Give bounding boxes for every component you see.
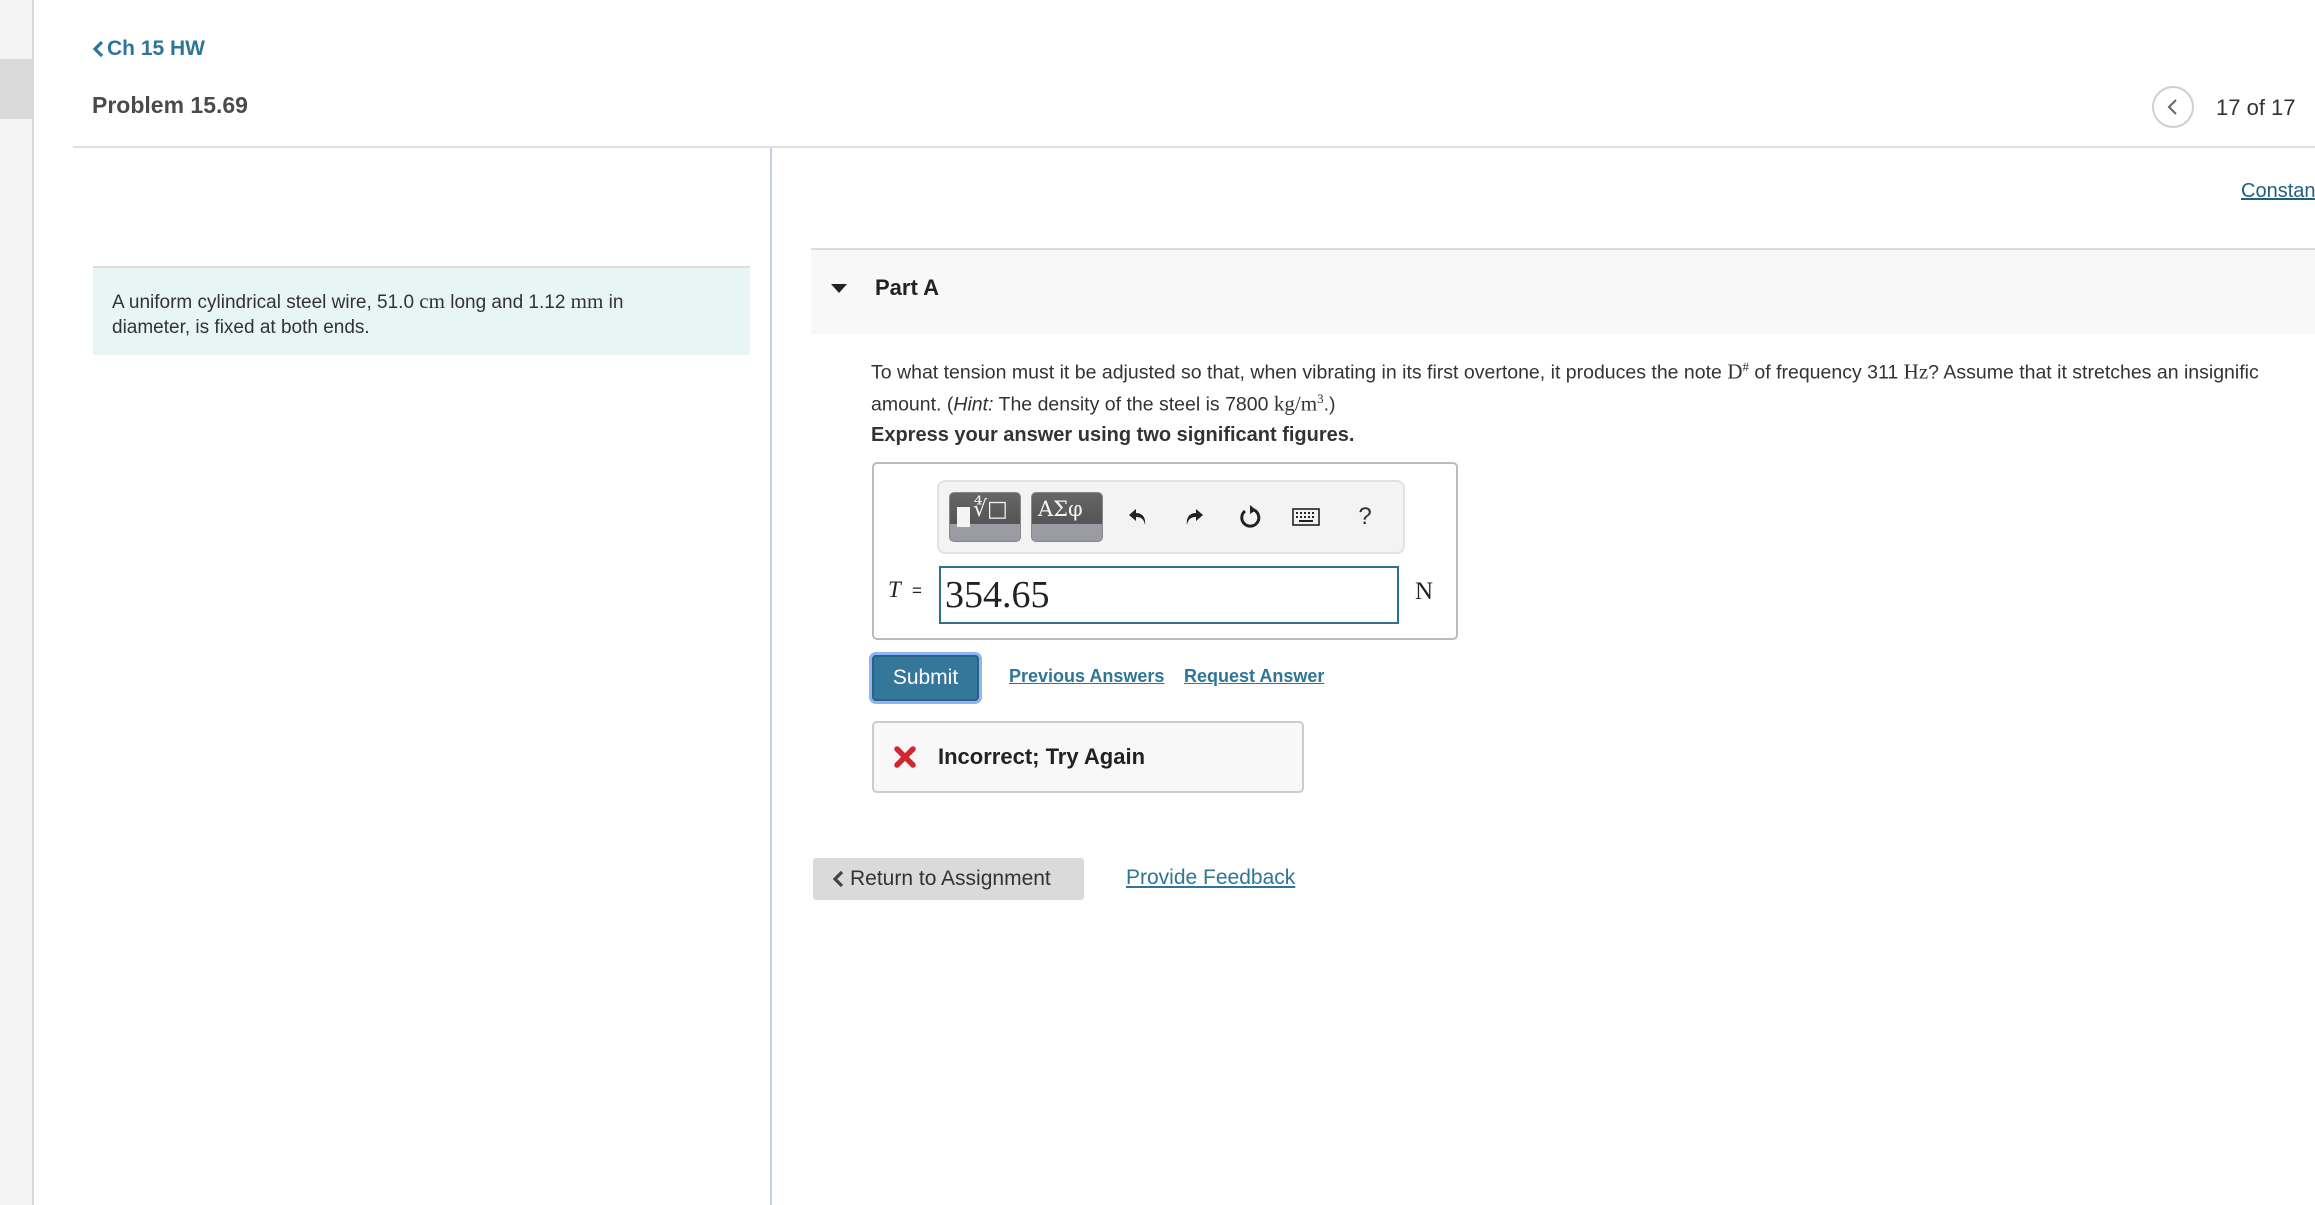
request-answer-link[interactable]: Request Answer bbox=[1184, 666, 1324, 687]
unit-cm: cm bbox=[419, 289, 445, 313]
back-to-assignment-link[interactable]: Ch 15 HW bbox=[92, 37, 205, 61]
part-a-header[interactable]: Part A bbox=[811, 248, 2315, 334]
constants-link[interactable]: Constan bbox=[2241, 180, 2315, 203]
problem-text-line-1: A uniform cylindrical steel wire, 51.0 c… bbox=[112, 289, 731, 315]
greek-symbols-button[interactable]: ΑΣφ bbox=[1031, 492, 1103, 542]
previous-answers-link[interactable]: Previous Answers bbox=[1009, 666, 1164, 687]
previous-problem-button[interactable] bbox=[2152, 86, 2194, 128]
left-sidebar-strip bbox=[0, 0, 34, 1205]
caret-down-icon bbox=[831, 284, 847, 293]
part-label: Part A bbox=[875, 275, 939, 300]
question-text: To what tension must it be adjusted so t… bbox=[871, 354, 2315, 417]
problem-text: A uniform cylindrical steel wire, 51.0 bbox=[112, 292, 420, 313]
header-divider bbox=[73, 146, 2315, 148]
feedback-text: Incorrect; Try Again bbox=[938, 744, 1146, 769]
feedback-message: Incorrect; Try Again bbox=[872, 721, 1304, 793]
return-to-assignment-button[interactable]: Return to Assignment bbox=[813, 858, 1084, 900]
reset-icon bbox=[1240, 505, 1261, 528]
provide-feedback-link[interactable]: Provide Feedback bbox=[1126, 866, 1295, 890]
problem-text: long and 1.12 bbox=[444, 292, 571, 313]
question-text-segment: To what tension must it be adjusted so t… bbox=[871, 361, 1728, 384]
return-label: Return to Assignment bbox=[850, 867, 1051, 890]
math-toolbar: ∜□ ΑΣφ ? bbox=[937, 480, 1405, 554]
back-link-label: Ch 15 HW bbox=[107, 37, 206, 60]
answer-input[interactable] bbox=[939, 566, 1399, 624]
chevron-left-icon bbox=[832, 870, 844, 888]
reset-button[interactable] bbox=[1233, 500, 1267, 534]
answer-panel: ∜□ ΑΣφ ? T = N bbox=[872, 462, 1458, 640]
templates-button[interactable]: ∜□ bbox=[949, 492, 1021, 542]
problem-text-line-2: diameter, is fixed at both ends. bbox=[112, 317, 370, 338]
undo-icon bbox=[1129, 509, 1146, 525]
unit-mm: mm bbox=[570, 289, 604, 313]
submit-button[interactable]: Submit bbox=[872, 655, 979, 701]
undo-button[interactable] bbox=[1121, 500, 1155, 534]
question-line-2: amount. (Hint: The density of the steel … bbox=[871, 386, 2315, 418]
question-text-segment: of frequency 311 bbox=[1748, 361, 1904, 384]
question-text-segment: ? Assume that it stretches an insignific bbox=[1928, 361, 2259, 384]
keyboard-icon bbox=[1292, 508, 1320, 526]
problem-text: in bbox=[603, 292, 624, 313]
problem-pagination: 17 of 17 bbox=[2216, 95, 2296, 120]
root-glyph: ∜□ bbox=[973, 497, 1008, 522]
question-line-1: To what tension must it be adjusted so t… bbox=[871, 354, 2315, 386]
redo-icon bbox=[1186, 509, 1203, 525]
question-text-segment: amount. ( bbox=[871, 393, 954, 415]
problem-statement: A uniform cylindrical steel wire, 51.0 c… bbox=[93, 266, 750, 355]
redo-button[interactable] bbox=[1177, 500, 1211, 534]
unit-hz: Hz bbox=[1903, 359, 1929, 384]
chevron-left-icon bbox=[2167, 99, 2177, 115]
templates-icon bbox=[957, 507, 970, 527]
help-button[interactable]: ? bbox=[1348, 500, 1382, 534]
answer-instruction: Express your answer using two significan… bbox=[871, 424, 1355, 446]
left-sidebar-active-band bbox=[0, 59, 34, 119]
note-letter: D bbox=[1727, 359, 1743, 384]
keyboard-button[interactable] bbox=[1289, 500, 1323, 534]
problem-title: Problem 15.69 bbox=[92, 92, 248, 118]
answer-variable: T bbox=[888, 577, 901, 602]
equals-sign: = bbox=[912, 581, 922, 600]
question-text-segment: The density of the steel is 7800 bbox=[993, 393, 1274, 415]
question-text-segment: .) bbox=[1323, 393, 1336, 415]
chevron-left-icon bbox=[92, 40, 104, 58]
column-divider bbox=[770, 148, 772, 1205]
density-unit: kg/m bbox=[1273, 391, 1318, 415]
hint-label: Hint: bbox=[953, 393, 994, 415]
answer-unit: N bbox=[1415, 578, 1434, 605]
incorrect-x-icon bbox=[894, 746, 916, 768]
